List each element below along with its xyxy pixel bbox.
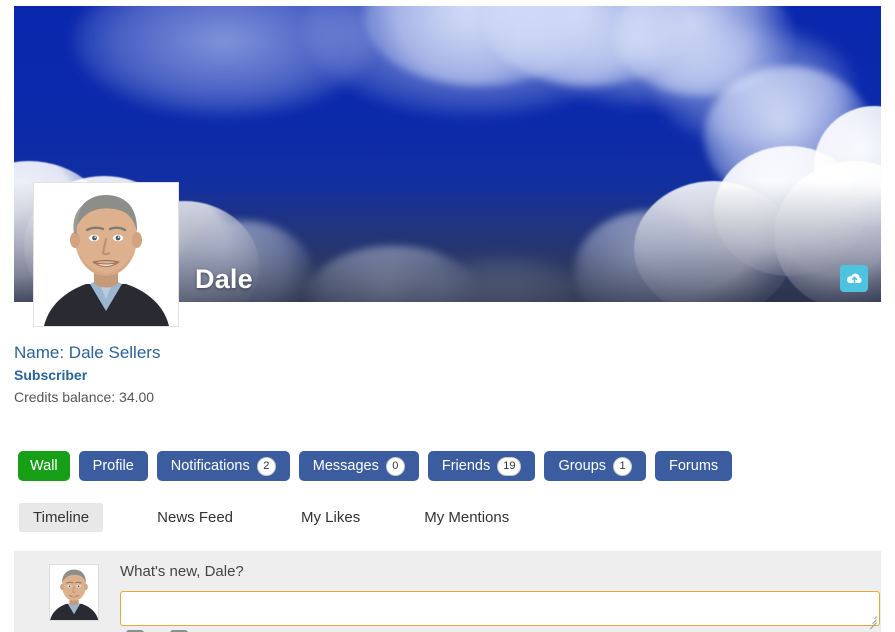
identity-block: Name: Dale Sellers Subscriber Credits ba… [14,342,614,407]
nav-button-label: Friends [441,458,491,474]
tab-timeline[interactable]: Timeline [19,503,104,532]
nav-button-messages[interactable]: Messages 0 [298,451,419,481]
avatar-photo [34,183,178,326]
post-composer: What's new, Dale? [14,551,881,632]
composer-prompt: What's new, Dale? [120,563,244,580]
nav-button-label: Forums [669,458,719,474]
cloud-upload-icon [846,272,863,286]
nav-button-label: Messages [312,458,379,474]
credits-balance: Credits balance: 34.00 [14,389,155,405]
friends-badge: 19 [497,456,522,476]
cover-upload-button[interactable] [840,265,868,292]
composer-textarea-wrap[interactable] [120,591,880,630]
profile-nav-buttons: Wall Profile Notifications 2 Messages 0 … [18,451,733,481]
profile-name: Name: Dale Sellers [14,343,161,362]
nav-button-forums[interactable]: Forums [655,451,733,481]
nav-button-notifications[interactable]: Notifications 2 [156,451,290,481]
nav-button-label: Groups [558,458,607,474]
nav-button-label: Wall [30,458,58,474]
wall-sub-tabs: Timeline News Feed My Likes My Mentions [19,503,523,532]
avatar[interactable] [33,182,179,327]
groups-badge: 1 [613,456,633,476]
textarea-resize-grip[interactable] [866,613,877,630]
composer-avatar[interactable] [49,564,99,621]
nav-button-friends[interactable]: Friends 19 [427,451,536,481]
nav-button-label: Notifications [170,458,250,474]
notifications-badge: 2 [256,456,276,476]
tab-news-feed[interactable]: News Feed [143,503,247,532]
nav-button-wall[interactable]: Wall [18,451,70,481]
messages-badge: 0 [385,456,405,476]
nav-button-label: Profile [92,458,134,474]
tab-my-likes[interactable]: My Likes [287,503,374,532]
profile-page: Dale Name: Dale Sellers Subscriber Credi… [0,0,895,632]
nav-button-profile[interactable]: Profile [78,451,148,481]
nav-button-groups[interactable]: Groups 1 [544,451,647,481]
cover-display-name: Dale [195,264,253,294]
profile-role: Subscriber [14,367,88,383]
tab-my-mentions[interactable]: My Mentions [410,503,523,532]
